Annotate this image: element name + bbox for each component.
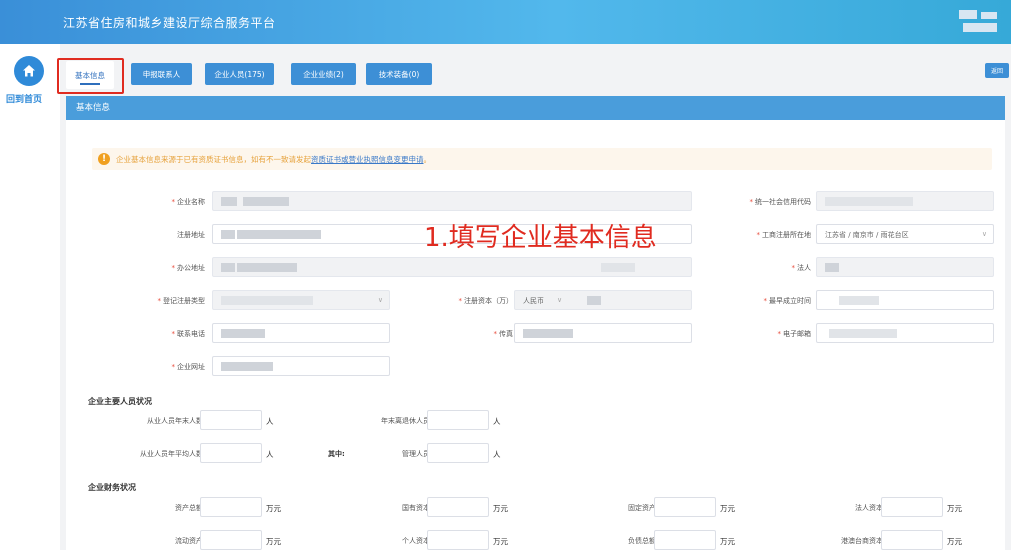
warning-icon: ! — [98, 153, 110, 165]
chevron-down-icon: ∨ — [557, 296, 563, 304]
total-liabilities-label: 负债总额 — [628, 537, 656, 545]
tab-contact[interactable]: 申报联系人 — [131, 63, 192, 85]
year-end-count-field[interactable] — [200, 410, 262, 430]
home-icon — [23, 65, 35, 77]
tab-label: 技术装备(0) — [378, 69, 420, 79]
unit-label: 人 — [493, 450, 501, 459]
office-address-field[interactable] — [212, 257, 692, 277]
return-button[interactable]: 返回 — [985, 63, 1009, 78]
avg-count-label: 从业人员年平均人数 — [140, 450, 203, 458]
info-notice: ! 企业基本信息来源于已有资质证书信息，如有不一致请发起资质证书或营业执照信息变… — [92, 148, 992, 170]
unit-label: 万元 — [493, 537, 508, 546]
unit-label: 人 — [266, 417, 274, 426]
unit-label: 万元 — [720, 504, 735, 513]
home-label[interactable]: 回到首页 — [6, 92, 42, 105]
tab-equipment[interactable]: 技术装备(0) — [366, 63, 432, 85]
email-label: * 电子邮箱 — [777, 330, 812, 338]
website-field[interactable] — [212, 356, 390, 376]
managers-field[interactable] — [427, 443, 489, 463]
personal-capital-label: 个人资本 — [402, 537, 430, 545]
panel-title: 基本信息 — [66, 96, 1005, 120]
notice-text: 企业基本信息来源于已有资质证书信息，如有不一致请发起资质证书或营业执照信息变更申… — [116, 155, 431, 164]
tab-bar: 基本信息 申报联系人 企业人员(175) 企业业绩(2) 技术装备(0) — [60, 52, 1011, 92]
unit-label: 万元 — [947, 504, 962, 513]
current-assets-label: 流动资产 — [175, 537, 203, 545]
legal-person-label: * 法人 — [791, 264, 812, 272]
year-end-count-label: 从业人员年末人数 — [147, 417, 203, 425]
company-name-label: * 企业名称 — [171, 198, 206, 206]
chevron-down-icon: ∨ — [377, 296, 383, 304]
company-name-field[interactable] — [212, 191, 692, 211]
biz-location-select[interactable]: 江苏省 / 南京市 / 雨花台区 ∨ — [816, 224, 994, 244]
website-label: * 企业网址 — [171, 363, 206, 371]
fax-label: * 传真 — [493, 330, 514, 338]
unit-label: 万元 — [266, 537, 281, 546]
tab-label: 企业业绩(2) — [303, 69, 344, 79]
hk-macao-tw-capital-field[interactable] — [881, 530, 943, 550]
top-header: 江苏省住房和城乡建设厅综合服务平台 — [0, 0, 1011, 44]
biz-location-value: 江苏省 / 南京市 / 雨花台区 — [825, 231, 909, 239]
app-title: 江苏省住房和城乡建设厅综合服务平台 — [63, 16, 276, 30]
founded-label: * 最早成立时间 — [763, 297, 812, 305]
founded-date-field[interactable] — [816, 290, 994, 310]
currency-select[interactable]: 人民币 — [523, 296, 544, 306]
biz-location-label: * 工商注册所在地 — [756, 231, 812, 239]
fixed-assets-label: 固定资产 — [628, 504, 656, 512]
office-address-label: * 办公地址 — [171, 264, 206, 272]
hk-macao-tw-capital-label: 港澳台商资本 — [841, 537, 883, 545]
phone-label: * 联系电话 — [171, 330, 206, 338]
corporate-capital-label: 法人资本 — [855, 504, 883, 512]
basic-info-panel: 基本信息 ! 企业基本信息来源于已有资质证书信息，如有不一致请发起资质证书或营业… — [66, 96, 1005, 550]
total-assets-label: 资产总额 — [175, 504, 203, 512]
change-request-link[interactable]: 资质证书或营业执照信息变更申请 — [311, 155, 424, 164]
tab-performance[interactable]: 企业业绩(2) — [291, 63, 356, 85]
corporate-capital-field[interactable] — [881, 497, 943, 517]
unit-label: 人 — [266, 450, 274, 459]
personal-capital-field[interactable] — [427, 530, 489, 550]
tab-staff[interactable]: 企业人员(175) — [205, 63, 274, 85]
unit-label: 人 — [493, 417, 501, 426]
reg-type-label: * 登记注册类型 — [157, 297, 206, 305]
credit-code-label: * 统一社会信用代码 — [749, 198, 812, 206]
home-button[interactable] — [14, 56, 44, 86]
state-capital-label: 国有资本 — [402, 504, 430, 512]
reg-type-select[interactable]: ∨ — [212, 290, 390, 310]
state-capital-field[interactable] — [427, 497, 489, 517]
phone-field[interactable] — [212, 323, 390, 343]
tab-highlight-annotation — [57, 58, 124, 94]
of-which-label: 其中: — [328, 450, 345, 458]
tab-label: 申报联系人 — [142, 69, 181, 79]
avg-count-field[interactable] — [200, 443, 262, 463]
sidebar: 回到首页 — [0, 44, 60, 550]
current-assets-field[interactable] — [200, 530, 262, 550]
total-liabilities-field[interactable] — [654, 530, 716, 550]
total-assets-field[interactable] — [200, 497, 262, 517]
reg-capital-label: * 注册资本（万） — [458, 297, 514, 305]
unit-label: 万元 — [266, 504, 281, 513]
managers-label: 管理人员 — [402, 450, 430, 458]
unit-label: 万元 — [720, 537, 735, 546]
fixed-assets-field[interactable] — [654, 497, 716, 517]
retired-label: 年末离退休人员 — [381, 417, 430, 425]
email-field[interactable] — [816, 323, 994, 343]
chevron-down-icon: ∨ — [981, 230, 987, 238]
fax-field[interactable] — [514, 323, 692, 343]
user-avatar[interactable] — [955, 8, 1003, 36]
unit-label: 万元 — [493, 504, 508, 513]
step-annotation: 1.填写企业基本信息 — [424, 223, 657, 253]
credit-code-field[interactable] — [816, 191, 994, 211]
staff-section-title: 企业主要人员状况 — [88, 397, 152, 406]
legal-person-field[interactable] — [816, 257, 994, 277]
finance-section-title: 企业财务状况 — [88, 483, 136, 492]
reg-address-label: 注册地址 — [177, 231, 205, 239]
unit-label: 万元 — [947, 537, 962, 546]
reg-capital-field[interactable]: 人民币 ∨ — [514, 290, 692, 310]
tab-label: 企业人员(175) — [214, 69, 265, 79]
retired-field[interactable] — [427, 410, 489, 430]
